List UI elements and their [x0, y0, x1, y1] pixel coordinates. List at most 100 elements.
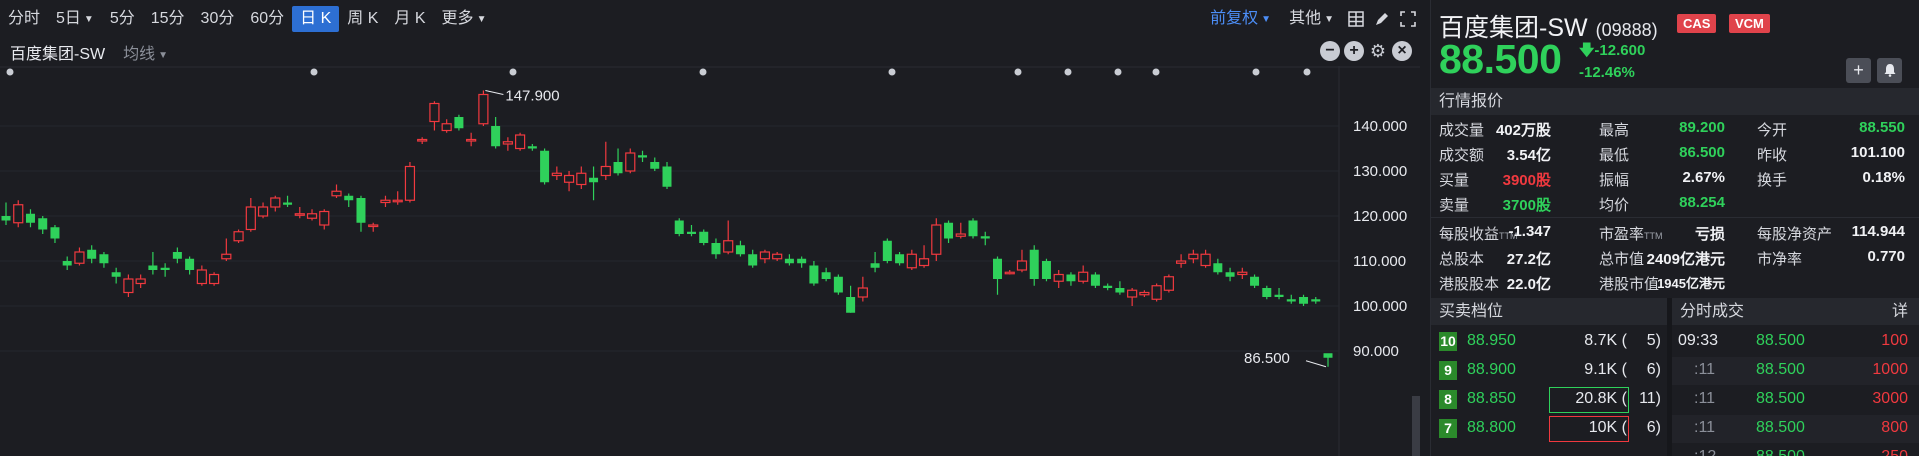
- trade-time: :11: [1694, 419, 1716, 436]
- candle-body: [625, 152, 636, 172]
- period-tab-day-k[interactable]: 日 K: [292, 6, 340, 32]
- level-badge: 7: [1439, 419, 1457, 438]
- ma-dropdown[interactable]: 均线 ▼: [105, 40, 168, 64]
- candle-body: [735, 245, 745, 255]
- candle-body: [233, 231, 244, 242]
- candle-body: [454, 117, 464, 129]
- y-tick-label: 120.000: [1353, 208, 1407, 225]
- period-tab-60min[interactable]: 60分: [242, 6, 292, 32]
- quote-value: 2409亿港元: [1646, 251, 1725, 268]
- candle-body: [1029, 249, 1039, 279]
- candle-body: [111, 272, 121, 277]
- low-label-pointer: [1305, 360, 1327, 368]
- level-badge: 9: [1439, 361, 1457, 380]
- change-value: -12.600: [1594, 42, 1646, 59]
- trade-price: 88.500: [1756, 361, 1805, 378]
- candle-body: [540, 150, 550, 183]
- trade-volume: 800: [1881, 419, 1908, 436]
- close-icon[interactable]: ×: [1392, 41, 1412, 61]
- trades-title: 分时成交: [1680, 303, 1745, 320]
- period-tab-30min[interactable]: 30分: [193, 6, 243, 32]
- candle-body: [1, 216, 11, 221]
- candle-body: [1016, 260, 1028, 271]
- trade-volume: 100: [1881, 332, 1908, 349]
- quote-value: 亏损: [1694, 226, 1725, 243]
- period-tab-week-k[interactable]: 周 K: [339, 6, 386, 32]
- other-dropdown[interactable]: 其他 ▼: [1281, 6, 1342, 32]
- trades-detail-link[interactable]: 详: [1892, 298, 1908, 325]
- event-marker-dot: [699, 68, 707, 76]
- quote-value: 0.18%: [1862, 169, 1905, 186]
- fullscreen-icon[interactable]: [1396, 7, 1420, 31]
- orderbook-row[interactable]: 9 88.900 9.1K (6): [1431, 357, 1667, 385]
- candle-body: [502, 141, 513, 145]
- period-toolbar: 分时 5日 ▼ 5分 15分 30分 60分 日 K 周 K 月 K 更多 ▼ 前复…: [0, 0, 1420, 38]
- y-tick-label: 140.000: [1353, 118, 1407, 135]
- period-tab-month-k[interactable]: 月 K: [386, 6, 433, 32]
- candle-body: [931, 224, 942, 255]
- draw-pen-icon[interactable]: [1370, 7, 1394, 31]
- candle-body: [833, 276, 843, 293]
- candle-body: [1225, 272, 1235, 277]
- period-tab-5min[interactable]: 5分: [102, 6, 143, 32]
- candle-body: [74, 251, 85, 264]
- candle-body: [797, 258, 807, 264]
- orderbook-count: 6): [1646, 361, 1661, 378]
- cas-badge: CAS: [1677, 14, 1717, 33]
- orderbook-row[interactable]: 7 88.800 10K (6): [1431, 415, 1667, 443]
- zoom-in-icon[interactable]: +: [1344, 41, 1364, 61]
- divider: [1431, 217, 1919, 218]
- candle-body: [160, 267, 170, 270]
- grid-layout-icon[interactable]: [1344, 7, 1368, 31]
- candle-body: [551, 172, 562, 177]
- candle-body: [944, 222, 954, 239]
- trade-time: 09:33: [1678, 332, 1719, 349]
- quote-value: 86.500: [1679, 144, 1725, 161]
- candle-body: [1041, 261, 1051, 279]
- candle-body: [208, 273, 220, 285]
- candle-body: [613, 162, 623, 174]
- orderbook-title: 买卖档位: [1431, 298, 1667, 325]
- chevron-down-icon: ▼: [1324, 14, 1334, 25]
- orderbook-volume: 10K (: [1589, 419, 1627, 437]
- candle-body: [748, 254, 758, 266]
- candle-body: [711, 243, 721, 255]
- settings-gear-icon[interactable]: ⚙: [1368, 41, 1388, 61]
- candle-body: [283, 202, 293, 205]
- candlestick-chart[interactable]: 140.000 130.000 120.000 110.000 100.000 90.00…: [0, 66, 1420, 456]
- period-tab-15min[interactable]: 15分: [143, 6, 193, 32]
- candle-body: [993, 258, 1002, 279]
- orderbook-row[interactable]: 8 88.850 20.8K (11): [1431, 386, 1667, 414]
- trade-price: 88.500: [1756, 332, 1805, 349]
- period-tab-intraday[interactable]: 分时: [0, 6, 48, 32]
- period-tab-5day[interactable]: 5日 ▼: [48, 6, 102, 32]
- candle-body: [1323, 353, 1333, 358]
- candle-body: [1286, 299, 1296, 302]
- event-marker-dot: [888, 68, 896, 76]
- event-marker-dot: [310, 68, 318, 76]
- y-tick-label: 110.000: [1353, 253, 1406, 270]
- chevron-down-icon: ▼: [1261, 14, 1272, 25]
- quote-value: 88.550: [1859, 119, 1905, 136]
- adjust-dropdown[interactable]: 前复权 ▼: [1202, 6, 1279, 32]
- quote-label: 买量: [1439, 172, 1470, 189]
- high-label-pointer: [485, 89, 504, 95]
- add-watchlist-button[interactable]: +: [1846, 58, 1871, 83]
- orderbook-volume: 9.1K (: [1584, 361, 1627, 379]
- quote-row: 卖量 3700股 均价 88.254: [1431, 191, 1919, 216]
- alert-bell-icon[interactable]: [1877, 58, 1902, 83]
- period-tab-more[interactable]: 更多 ▼: [434, 6, 495, 32]
- quote-row: 买量 3900股 振幅 2.67% 换手 0.18%: [1431, 166, 1919, 191]
- quote-row: 总股本 27.2亿 总市值 2409亿港元 市净率 0.770: [1431, 245, 1919, 270]
- chart-controls: − + ⚙ ×: [1320, 41, 1412, 61]
- orderbook-volume-text: 9.1K: [1584, 361, 1618, 378]
- zoom-out-icon[interactable]: −: [1320, 41, 1340, 61]
- quote-value: -1.347: [1508, 223, 1551, 240]
- orderbook-row[interactable]: 10 88.950 8.7K (5): [1431, 328, 1667, 356]
- candle-body: [968, 220, 978, 237]
- quote-value: 2.67%: [1682, 169, 1725, 186]
- candle-body: [1090, 274, 1100, 286]
- candle-body: [1299, 297, 1309, 304]
- quote-panel: 百度集团-SW (09888) CAS VCM 88.500 🡇-12.600 …: [1430, 0, 1919, 456]
- period-5day-label: 5日: [56, 10, 81, 27]
